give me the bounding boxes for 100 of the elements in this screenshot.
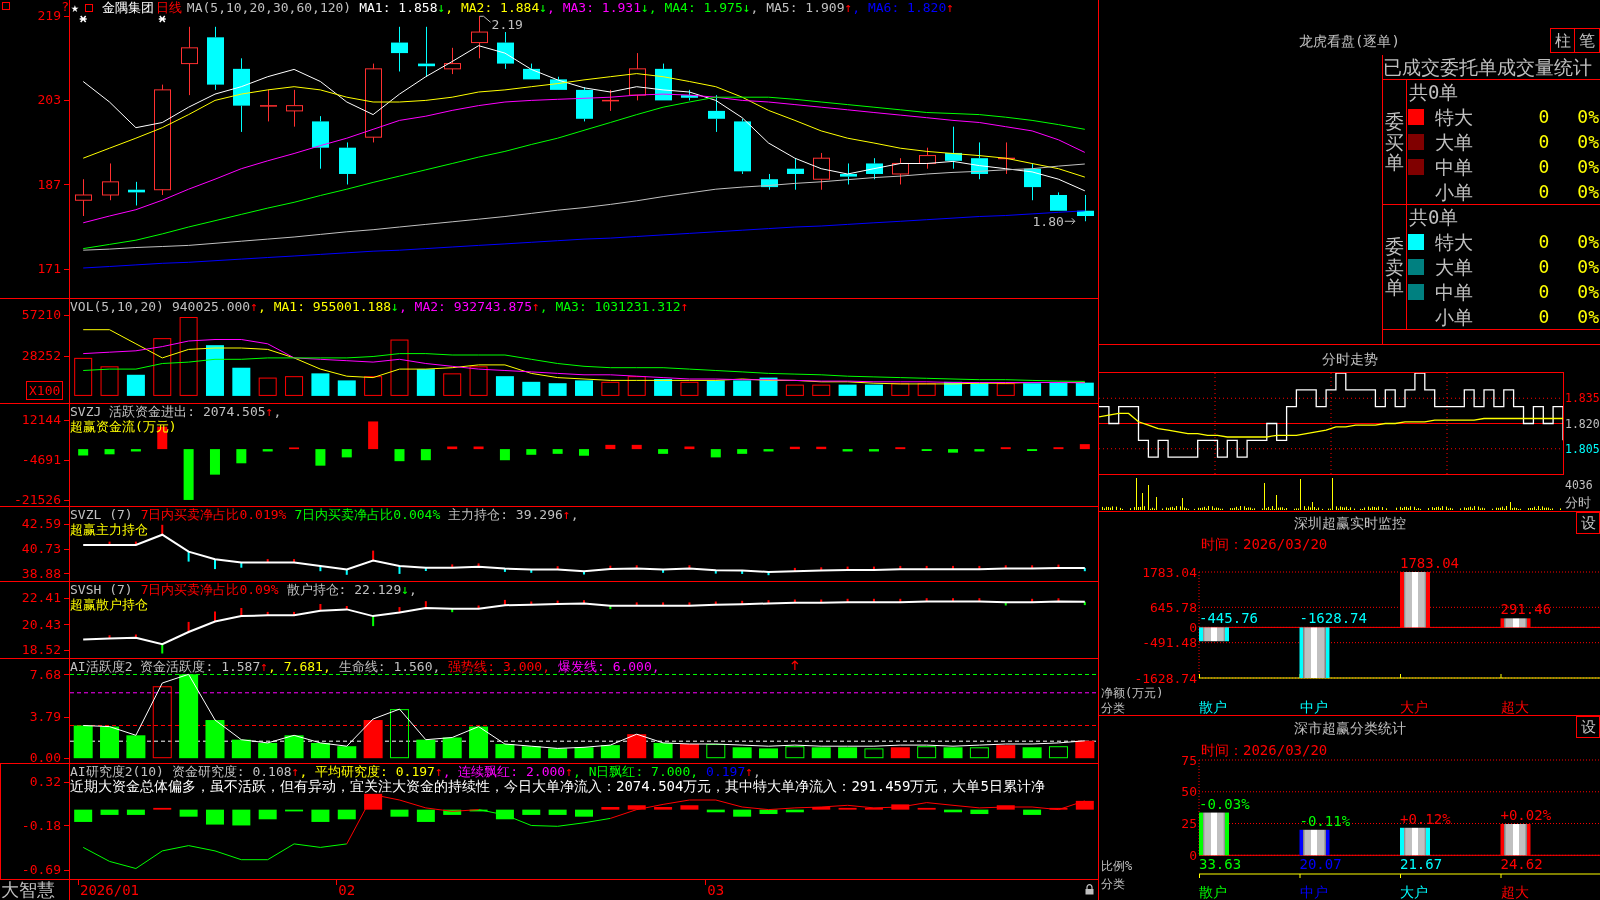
volume-bar [917,383,936,396]
indicator-reading: , MA2: 932743.875 [398,299,532,314]
indicator-reading: 生命线: 1.560, [338,659,441,674]
bar-value-label: 1783.04 [1400,555,1459,571]
trend-arrow: ↓ [437,0,446,15]
change-tick [108,540,111,546]
research-bar [601,807,620,810]
flow-bar [605,444,616,450]
change-tick [793,598,796,604]
change-tick [662,601,665,607]
research-bar [1049,807,1068,810]
star-icon: ★ [71,0,79,15]
view-toggle-button[interactable]: 柱 [1550,28,1575,53]
change-tick [477,604,480,610]
research-bar [864,807,883,810]
research-bar [680,805,699,810]
flow-bar [658,449,669,454]
change-tick [793,566,796,573]
view-toggle-button[interactable]: 笔 [1575,28,1600,53]
change-tick [530,600,533,606]
indicator-caption: 超赢主力持仓 [70,522,148,537]
change-tick [925,597,928,603]
flow-bar [1079,444,1090,450]
research-bar [917,807,936,810]
flow-bar [974,449,985,452]
panel-title: 龙虎看盘(逐单) [1299,33,1400,49]
square-icon [2,2,10,10]
trend-arrow: ↑ [680,299,689,314]
change-tick [1057,597,1060,603]
flow-bar [262,449,273,452]
settings-button[interactable]: 设 [1576,512,1600,534]
candle [1024,162,1041,201]
indicator-reading: 7日内买卖净占比0.019% [140,507,287,522]
volume-bar [495,376,514,396]
trend-arrow: ↓ [742,0,751,15]
change-tick [372,549,375,562]
order-percent: 0% [1577,105,1599,128]
flow-bar [948,449,959,453]
flow-bar [130,449,141,452]
change-tick [899,597,902,604]
candle [998,141,1015,175]
flow-bar [104,449,115,455]
change-tick [134,540,137,546]
volume-bar [627,376,646,396]
change-tick [899,564,902,571]
research-bar [654,807,673,810]
indicator-reading: , [753,764,761,779]
indicator-reading: 爆发线: 6.000, [558,659,660,674]
volume-bar [864,384,883,396]
candle [813,152,830,191]
indicator-reading: 散户持仓: 22.129 [286,582,402,597]
research-bar [970,809,989,815]
research-bar [575,809,593,817]
change-tick [820,598,823,604]
order-count: 0 [1538,305,1550,328]
trend-arrow: ↑ [291,764,300,779]
change-tick [451,563,454,569]
change-tick [345,568,348,576]
order-size-label: 中单 [1435,155,1473,178]
date-label: 03 [707,882,725,898]
research-bar [100,809,119,815]
research-bar [706,809,725,813]
activity-bar [653,742,673,759]
order-count: 0 [1538,105,1550,128]
bar-value-label: -445.76 [1199,610,1258,627]
axis-label: 22.41 [21,590,61,606]
research-bar [1023,809,1042,815]
activity-bar [548,748,568,759]
bar-value-label: 24.62 [1500,856,1543,872]
axis-label: 187 [37,176,61,193]
settings-button[interactable]: 设 [1576,716,1600,738]
volume-bar [100,366,119,396]
research-bar [390,809,409,817]
candle [681,89,698,101]
axis-label: 1.835 [1565,391,1600,406]
order-count: 0 [1538,155,1550,178]
change-tick [1004,601,1007,607]
research-bar [153,807,172,810]
axis-label: 0.00 [29,750,61,767]
axis-label: 25 [1181,816,1197,831]
candle [471,15,488,59]
change-tick [266,558,269,564]
change-tick [952,597,955,603]
bar-value-label: -1628.74 [1299,610,1367,627]
change-tick [609,564,612,570]
candle [576,86,593,122]
order-size-label: 大单 [1435,130,1473,153]
activity-bar [864,748,884,759]
volume-bar [285,376,304,396]
activity-bar [126,735,146,759]
axis-label: 7.68 [29,666,61,683]
order-size-label: 特大 [1435,105,1473,128]
flow-bar [710,449,721,458]
research-bar [996,805,1015,810]
indicator-reading: , 连续飘红: 2.000 [442,764,566,779]
axis-title: 分类 [1101,877,1125,891]
flow-bar [447,446,458,450]
candle [1077,194,1094,222]
activity-bar [890,747,910,759]
indicator-caption: 超赢散户持仓 [70,597,148,612]
